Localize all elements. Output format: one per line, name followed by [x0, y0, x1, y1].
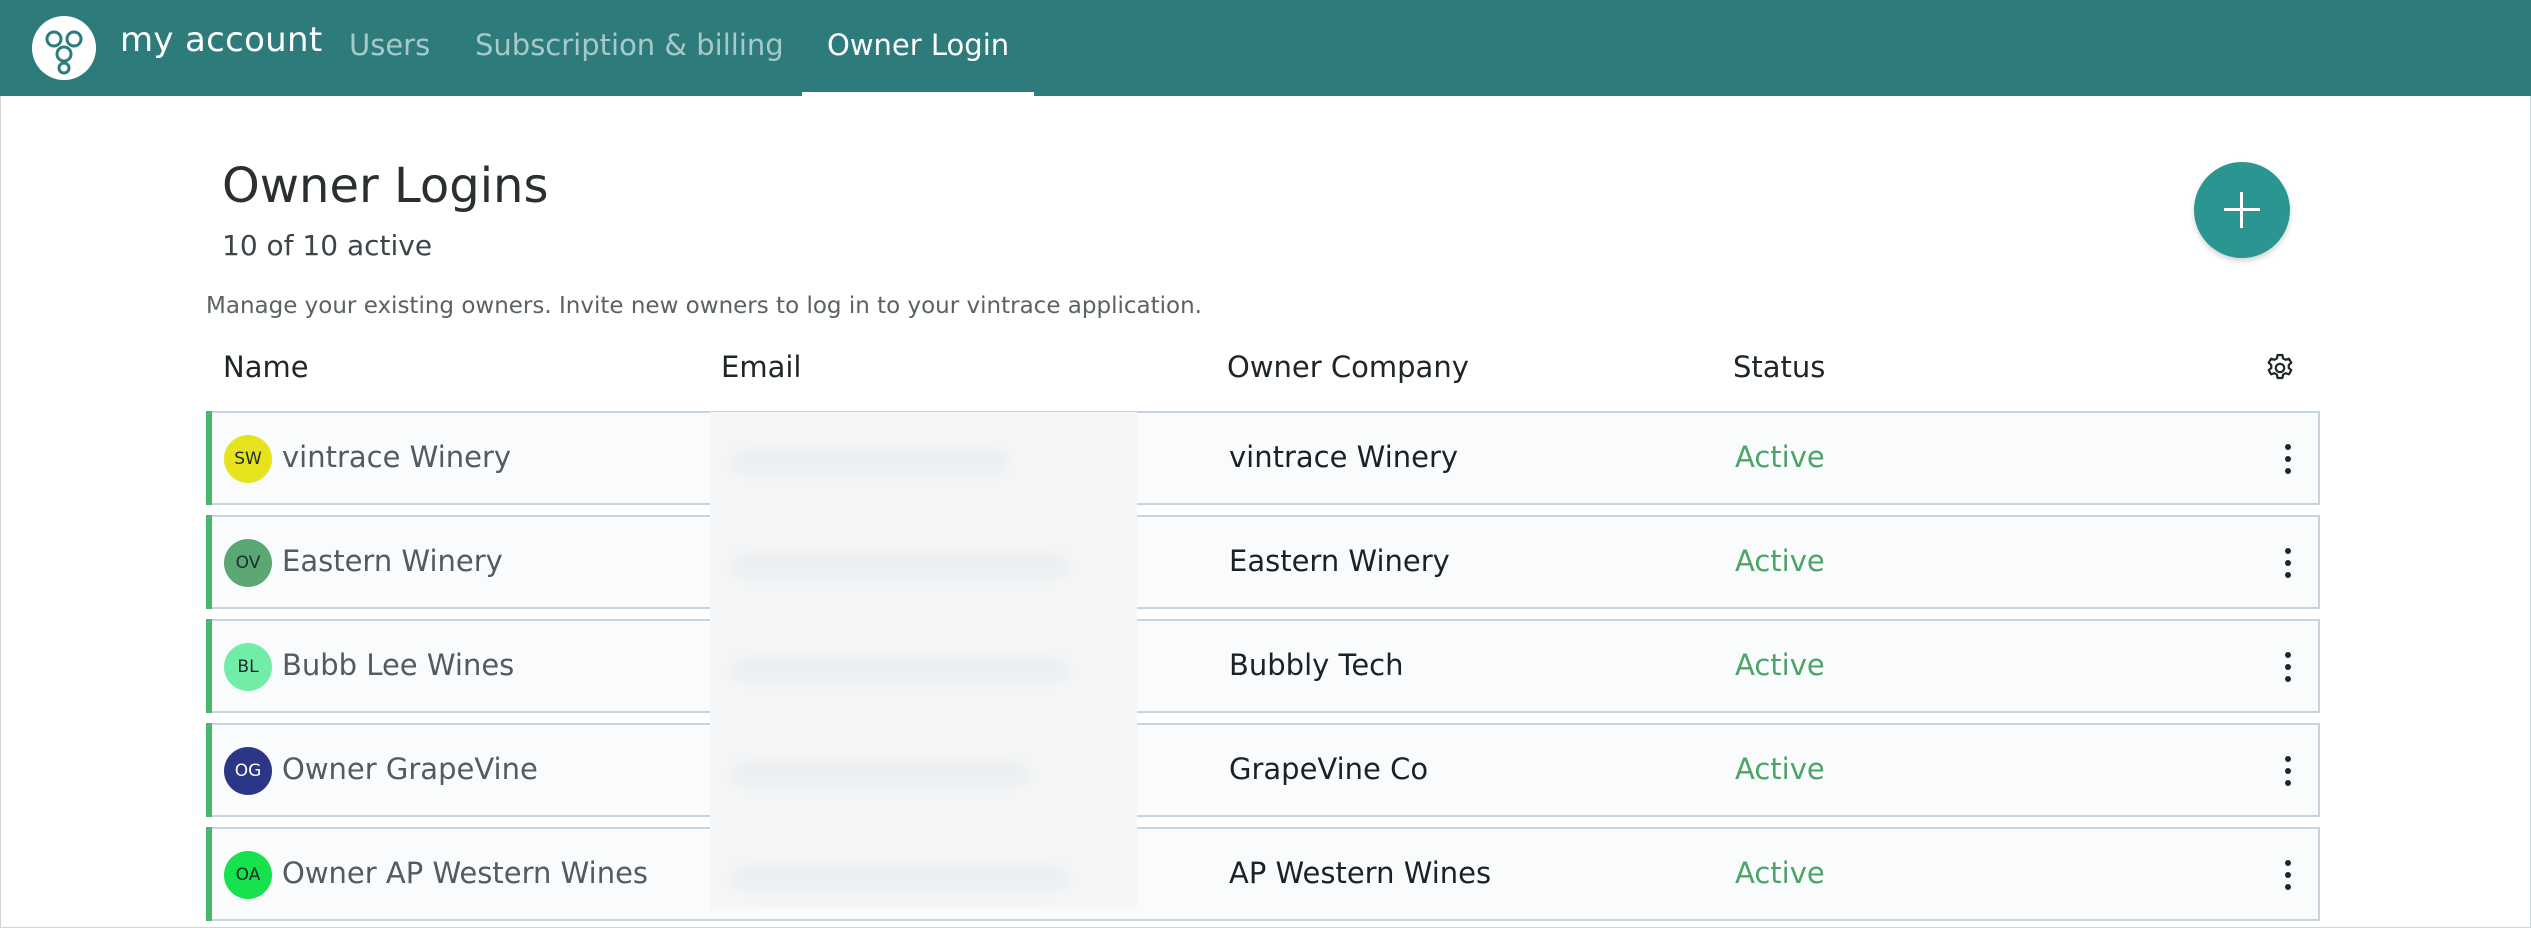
row-accent: [206, 619, 212, 713]
active-count: 10 of 10 active: [222, 229, 433, 262]
nav-users[interactable]: Users: [349, 28, 430, 62]
owner-company: GrapeVine Co: [1229, 752, 1429, 786]
status-text: Active: [1735, 544, 1825, 578]
table-row[interactable]: SW vintrace Winery vintrace Winery Activ…: [206, 411, 2320, 505]
status-text: Active: [1735, 648, 1825, 682]
avatar: OV: [224, 539, 272, 587]
status-text: Active: [1735, 440, 1825, 474]
more-vertical-icon[interactable]: [2280, 548, 2296, 578]
more-vertical-icon[interactable]: [2280, 860, 2296, 890]
top-navigation-bar: my account Users Subscription & billing …: [0, 0, 2531, 96]
avatar: OA: [224, 851, 272, 899]
owner-company: vintrace Winery: [1229, 440, 1459, 474]
row-accent: [206, 411, 212, 505]
page-title: Owner Logins: [222, 158, 549, 214]
avatar: OG: [224, 747, 272, 795]
owner-company: AP Western Wines: [1229, 856, 1492, 890]
nav-subscription-billing[interactable]: Subscription & billing: [475, 28, 784, 62]
row-accent: [206, 515, 212, 609]
owner-company: Bubbly Tech: [1229, 648, 1404, 682]
table-row[interactable]: OA Owner AP Western Wines AP Western Win…: [206, 827, 2320, 921]
more-vertical-icon[interactable]: [2280, 756, 2296, 786]
page-description: Manage your existing owners. Invite new …: [206, 293, 1202, 319]
column-header-name[interactable]: Name: [223, 350, 309, 384]
column-header-email[interactable]: Email: [721, 350, 801, 384]
status-text: Active: [1735, 856, 1825, 890]
row-accent: [206, 723, 212, 817]
owner-name: vintrace Winery: [282, 440, 512, 474]
owner-name: Owner AP Western Wines: [282, 856, 649, 890]
brand-title: my account: [120, 20, 323, 60]
add-owner-button[interactable]: [2194, 162, 2290, 258]
avatar: BL: [224, 643, 272, 691]
table-row[interactable]: BL Bubb Lee Wines Bubbly Tech Active: [206, 619, 2320, 713]
column-header-status[interactable]: Status: [1733, 350, 1825, 384]
owner-name: Eastern Winery: [282, 544, 503, 578]
redacted-email-column: [710, 412, 1137, 909]
nav-owner-login[interactable]: Owner Login: [827, 28, 1009, 62]
avatar: SW: [224, 435, 272, 483]
owner-name: Owner GrapeVine: [282, 752, 538, 786]
status-text: Active: [1735, 752, 1825, 786]
column-header-owner-company[interactable]: Owner Company: [1227, 350, 1469, 384]
owner-company: Eastern Winery: [1229, 544, 1450, 578]
more-vertical-icon[interactable]: [2280, 444, 2296, 474]
more-vertical-icon[interactable]: [2280, 652, 2296, 682]
gear-icon[interactable]: [2264, 352, 2296, 384]
table-row[interactable]: OV Eastern Winery Eastern Winery Active: [206, 515, 2320, 609]
owner-name: Bubb Lee Wines: [282, 648, 515, 682]
row-accent: [206, 827, 212, 921]
active-tab-indicator: [802, 92, 1034, 96]
grape-cluster-icon[interactable]: [32, 16, 96, 80]
table-row[interactable]: OG Owner GrapeVine GrapeVine Co Active: [206, 723, 2320, 817]
